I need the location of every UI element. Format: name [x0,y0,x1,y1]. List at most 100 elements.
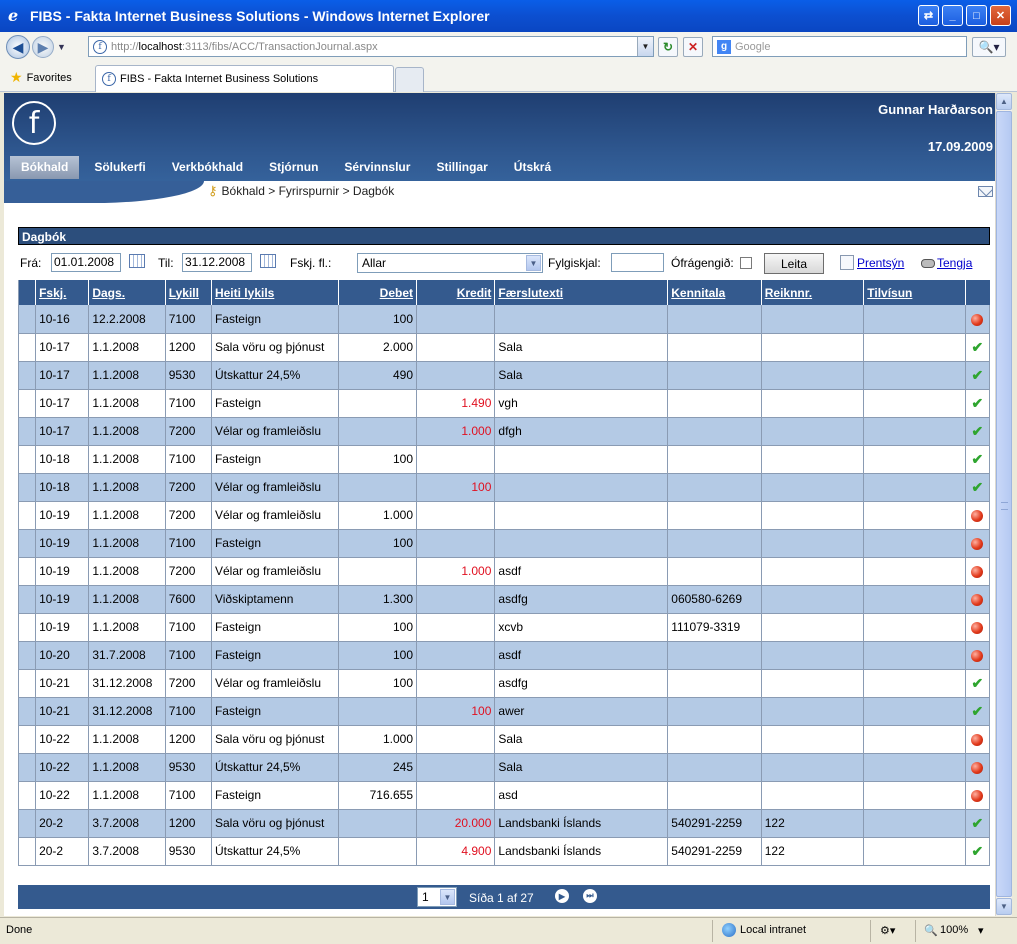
table-row[interactable]: 20-2 3.7.2008 9530 Útskattur 24,5% 4.900 Land… [17,837,991,866]
search-placeholder: Google [735,40,771,53]
table-row[interactable]: 10-17 1.1.2008 7100 Fasteign 1.490 vgh ✔ [17,389,991,418]
maximize-button[interactable]: □ [966,5,987,26]
refresh-button[interactable]: ↻ [658,37,678,57]
menu-item-bokhald[interactable]: Bókhald [10,156,80,179]
header-texti[interactable]: Færslutexti [494,280,668,305]
table-row[interactable]: 10-20 31.7.2008 7100 Fasteign 100 asdf [17,641,991,670]
error-dot-icon [971,733,984,746]
table-row[interactable]: 10-19 1.1.2008 7200 Vélar og framleiðslu 1.0… [17,557,991,586]
print-preview-link[interactable]: Prentsýn [857,256,904,270]
cell-dags: 1.1.2008 [88,557,166,586]
menu-item-utskra[interactable]: Útskrá [503,156,562,179]
mail-icon[interactable] [978,186,993,197]
header-dags[interactable]: Dags. [88,280,166,305]
cell-dags: 1.1.2008 [88,585,166,614]
header-fskj[interactable]: Fskj. [35,280,89,305]
cell-kredit [415,305,495,334]
scroll-thumb[interactable] [996,111,1012,897]
table-row[interactable]: 10-17 1.1.2008 9530 Útskattur 24,5% 490 Sala ✔ [17,361,991,390]
to-calendar-icon[interactable] [260,254,276,268]
back-button[interactable]: ◀ [6,35,30,59]
header-debet[interactable]: Debet [337,280,417,305]
zoom-level[interactable]: 100% [940,924,968,936]
connect-link[interactable]: Tengja [937,256,972,270]
cell-dags: 3.7.2008 [88,809,166,838]
cell-reiknnr [760,473,864,502]
cell-fskj: 10-17 [35,389,89,418]
cell-reiknnr [760,333,864,362]
last-page-icon[interactable]: ⏭ [583,889,597,903]
cell-heiti: Sala vöru og þjónust [210,333,339,362]
table-row[interactable]: 10-22 1.1.2008 1200 Sala vöru og þjónust 1.0… [17,725,991,754]
cell-heiti: Vélar og framleiðslu [210,417,339,446]
menu-item-verkbokhald[interactable]: Verkbókhald [161,156,254,179]
table-row[interactable]: 10-22 1.1.2008 7100 Fasteign 716.655 asd [17,781,991,810]
address-bar[interactable]: f http://localhost:3113/fibs/ACC/Transac… [88,36,654,57]
table-row[interactable]: 10-18 1.1.2008 7100 Fasteign 100 ✔ [17,445,991,474]
menu-item-stillingar[interactable]: Stillingar [425,156,498,179]
history-dropdown-icon[interactable]: ▼ [57,42,66,52]
header-kredit[interactable]: Kredit [415,280,495,305]
vertical-scrollbar[interactable]: ▲ ▼ [995,93,1012,916]
next-page-icon[interactable]: ▶ [555,889,569,903]
restore-tab-icon[interactable]: ⇄ [918,5,939,26]
zoom-dropdown-icon[interactable]: ▾ [978,924,984,937]
connect-icon[interactable] [921,259,935,268]
browser-tab[interactable]: f FIBS - Fakta Internet Business Solutio… [95,65,394,92]
zoom-icon[interactable]: 🔍 [924,924,938,937]
search-submit-button[interactable]: Leita [764,253,824,274]
print-preview-icon[interactable] [840,255,854,270]
menu-item-servinnslur[interactable]: Sérvinnslur [333,156,421,179]
unposted-checkbox[interactable] [740,257,752,269]
stop-button[interactable]: ✕ [683,37,703,57]
header-tilvisun[interactable]: Tilvísun [863,280,966,305]
table-row[interactable]: 10-21 31.12.2008 7100 Fasteign 100 awer ✔ [17,697,991,726]
checkmark-icon: ✔ [971,842,984,859]
cell-dags: 3.7.2008 [88,837,166,866]
checkmark-icon: ✔ [971,478,984,495]
app-header: f Gunnar Harðarson 17.09.2009 Bókhald Sö… [4,93,995,203]
page-select[interactable]: 1 ▼ [417,887,457,907]
table-row[interactable]: 10-18 1.1.2008 7200 Vélar og framleiðslu 100… [17,473,991,502]
minimize-button[interactable]: _ [942,5,963,26]
close-button[interactable]: ✕ [990,5,1011,26]
new-tab-button[interactable] [395,67,424,92]
table-row[interactable]: 10-17 1.1.2008 1200 Sala vöru og þjónust 2.0… [17,333,991,362]
table-row[interactable]: 20-2 3.7.2008 1200 Sala vöru og þjónust 20.0… [17,809,991,838]
doc-input[interactable] [611,253,664,272]
menu-item-stjornun[interactable]: Stjórnun [258,156,329,179]
breadcrumb-text[interactable]: Bókhald > Fyrirspurnir > Dagbók [222,184,395,198]
table-row[interactable]: 10-22 1.1.2008 9530 Útskattur 24,5% 245 Sala [17,753,991,782]
scroll-down-icon[interactable]: ▼ [996,898,1012,915]
header-lykill[interactable]: Lykill [164,280,212,305]
header-kennitala[interactable]: Kennitala [667,280,762,305]
table-row[interactable]: 10-17 1.1.2008 7200 Vélar og framleiðslu 1.0… [17,417,991,446]
scroll-up-icon[interactable]: ▲ [996,93,1012,110]
address-dropdown-icon[interactable]: ▼ [637,37,653,56]
type-select[interactable]: Allar ▼ [357,253,543,273]
table-row[interactable]: 10-21 31.12.2008 7200 Vélar og framleiðslu 1… [17,669,991,698]
to-date-input[interactable]: 31.12.2008 [182,253,252,272]
table-row[interactable]: 10-19 1.1.2008 7200 Vélar og framleiðslu 1.0… [17,501,991,530]
header-reiknnr[interactable]: Reiknnr. [760,280,864,305]
favorites-button[interactable]: ★ Favorites [10,69,72,86]
forward-button[interactable]: ▶ [32,36,54,58]
cell-heiti: Fasteign [210,781,339,810]
cell-kennitala [667,389,762,418]
menu-item-solukerfi[interactable]: Sölukerfi [83,156,156,179]
header-heiti[interactable]: Heiti lykils [210,280,339,305]
cell-fskj: 10-17 [35,417,89,446]
search-button[interactable]: 🔍▾ [972,37,1006,57]
table-row[interactable]: 10-19 1.1.2008 7100 Fasteign 100 xcvb 111079-3… [17,613,991,642]
cell-heiti: Útskattur 24,5% [210,837,339,866]
from-calendar-icon[interactable] [129,254,145,268]
cell-texti: asd [494,781,668,810]
table-row[interactable]: 10-16 12.2.2008 7100 Fasteign 100 [17,305,991,334]
protected-mode-icon[interactable]: ⚙▾ [880,924,895,937]
cell-heiti: Fasteign [210,613,339,642]
table-row[interactable]: 10-19 1.1.2008 7600 Viðskiptamenn 1.300 asdfg… [17,585,991,614]
search-input[interactable]: g Google [712,36,967,57]
table-row[interactable]: 10-19 1.1.2008 7100 Fasteign 100 [17,529,991,558]
from-date-input[interactable]: 01.01.2008 [51,253,121,272]
cell-heiti: Útskattur 24,5% [210,753,339,782]
